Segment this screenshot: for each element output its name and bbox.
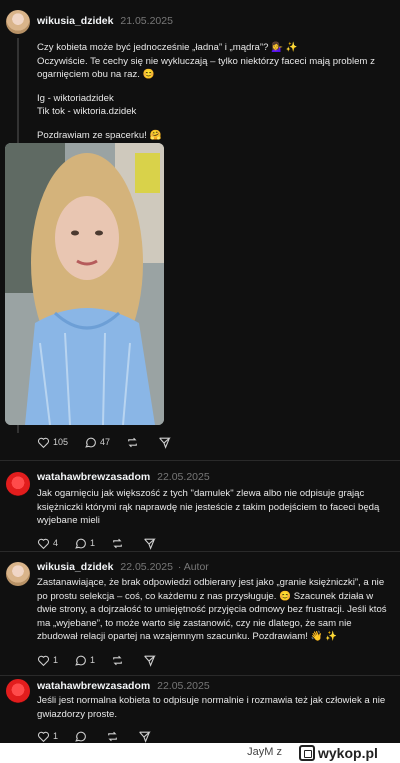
wykop-footer: JayM z wykop.pl	[0, 743, 400, 763]
post-actions: 1 1	[37, 653, 175, 667]
comment-button[interactable]: 1	[74, 654, 95, 667]
avatar[interactable]	[6, 472, 30, 496]
comment-count: 1	[90, 655, 96, 665]
paragraph: Oczywiście. Te cechy się nie wykluczają …	[37, 55, 375, 81]
post-photo[interactable]	[5, 143, 164, 425]
paragraph: Czy kobieta może być jednocześnie „ładna…	[37, 42, 298, 53]
avatar[interactable]	[6, 562, 30, 586]
comment-icon	[75, 731, 86, 742]
share-button[interactable]	[143, 654, 159, 667]
like-button[interactable]: 105	[37, 436, 68, 449]
heart-icon	[37, 655, 50, 666]
footer-separator: z	[276, 746, 283, 758]
repost-icon	[113, 655, 122, 665]
repost-button[interactable]	[111, 537, 127, 550]
post-date: 22.05.2025	[120, 561, 173, 573]
like-button[interactable]: 1	[37, 654, 58, 667]
post-actions: 1	[37, 729, 170, 743]
comment-button[interactable]: 47	[84, 436, 110, 449]
wykop-logo-icon	[299, 745, 315, 761]
comment-icon	[85, 437, 96, 448]
like-count: 4	[53, 538, 59, 548]
heart-icon	[37, 731, 50, 742]
username[interactable]: wikusia_dzidek	[37, 15, 113, 27]
like-button[interactable]: 1	[37, 730, 58, 743]
post-date: 22.05.2025	[157, 680, 210, 692]
share-button[interactable]	[138, 730, 154, 743]
comment-count: 1	[90, 538, 96, 548]
author-badge: · Autor	[177, 561, 209, 573]
send-icon	[139, 731, 151, 743]
share-button[interactable]	[143, 537, 159, 550]
comment-button[interactable]	[74, 730, 90, 743]
divider	[0, 675, 400, 676]
repost-icon	[108, 731, 117, 741]
repost-button[interactable]	[106, 730, 122, 743]
post-date: 22.05.2025	[157, 471, 210, 483]
heart-icon	[37, 538, 50, 549]
comment-button[interactable]: 1	[74, 537, 95, 550]
post-actions: 4 1	[37, 536, 175, 550]
username[interactable]: watahawbrewzasadom	[37, 471, 150, 483]
send-icon	[144, 655, 156, 667]
wykop-logo[interactable]: wykop.pl	[299, 745, 394, 761]
post-text: Jak ogarnięciu jak większość z tych "dam…	[37, 488, 380, 526]
like-button[interactable]: 4	[37, 537, 58, 550]
paragraph: Ig - wiktoriadzidek Tik tok - wiktoria.d…	[37, 92, 137, 118]
divider	[0, 551, 400, 552]
like-count: 1	[53, 655, 59, 665]
repost-button[interactable]	[126, 436, 142, 449]
username[interactable]: watahawbrewzasadom	[37, 680, 150, 692]
threads-feed: wikusia_dzidek 21.05.2025 Czy kobieta mo…	[0, 0, 400, 743]
repost-icon	[113, 538, 122, 548]
post-text: Czy kobieta może być jednocześnie „ładna…	[37, 41, 393, 152]
post-text: Jeśli jest normalna kobieta to odpisuje …	[37, 695, 386, 720]
divider	[0, 460, 400, 461]
send-icon	[159, 437, 171, 449]
comment-count: 47	[100, 437, 111, 447]
heart-icon	[37, 437, 50, 448]
send-icon	[144, 538, 156, 550]
repost-button[interactable]	[111, 654, 127, 667]
post-header: wikusia_dzidek 21.05.2025	[37, 15, 173, 27]
avatar[interactable]	[6, 679, 30, 703]
share-button[interactable]	[158, 436, 174, 449]
comment-icon	[75, 538, 86, 549]
post-text: Zastanawiające, że brak odpowiedzi odbie…	[37, 577, 387, 642]
post-actions: 105 47	[37, 435, 190, 449]
comment-icon	[75, 655, 86, 666]
username[interactable]: wikusia_dzidek	[37, 561, 113, 573]
like-count: 105	[53, 437, 69, 447]
footer-username[interactable]: JayM	[247, 746, 273, 758]
repost-icon	[128, 437, 137, 447]
logo-text: wykop.pl	[318, 745, 378, 761]
avatar[interactable]	[6, 10, 30, 34]
like-count: 1	[53, 731, 59, 741]
footer-credit: JayM z	[247, 746, 282, 758]
paragraph: Pozdrawiam ze spacerku! 🤗	[37, 129, 162, 141]
post-date: 21.05.2025	[120, 15, 173, 27]
